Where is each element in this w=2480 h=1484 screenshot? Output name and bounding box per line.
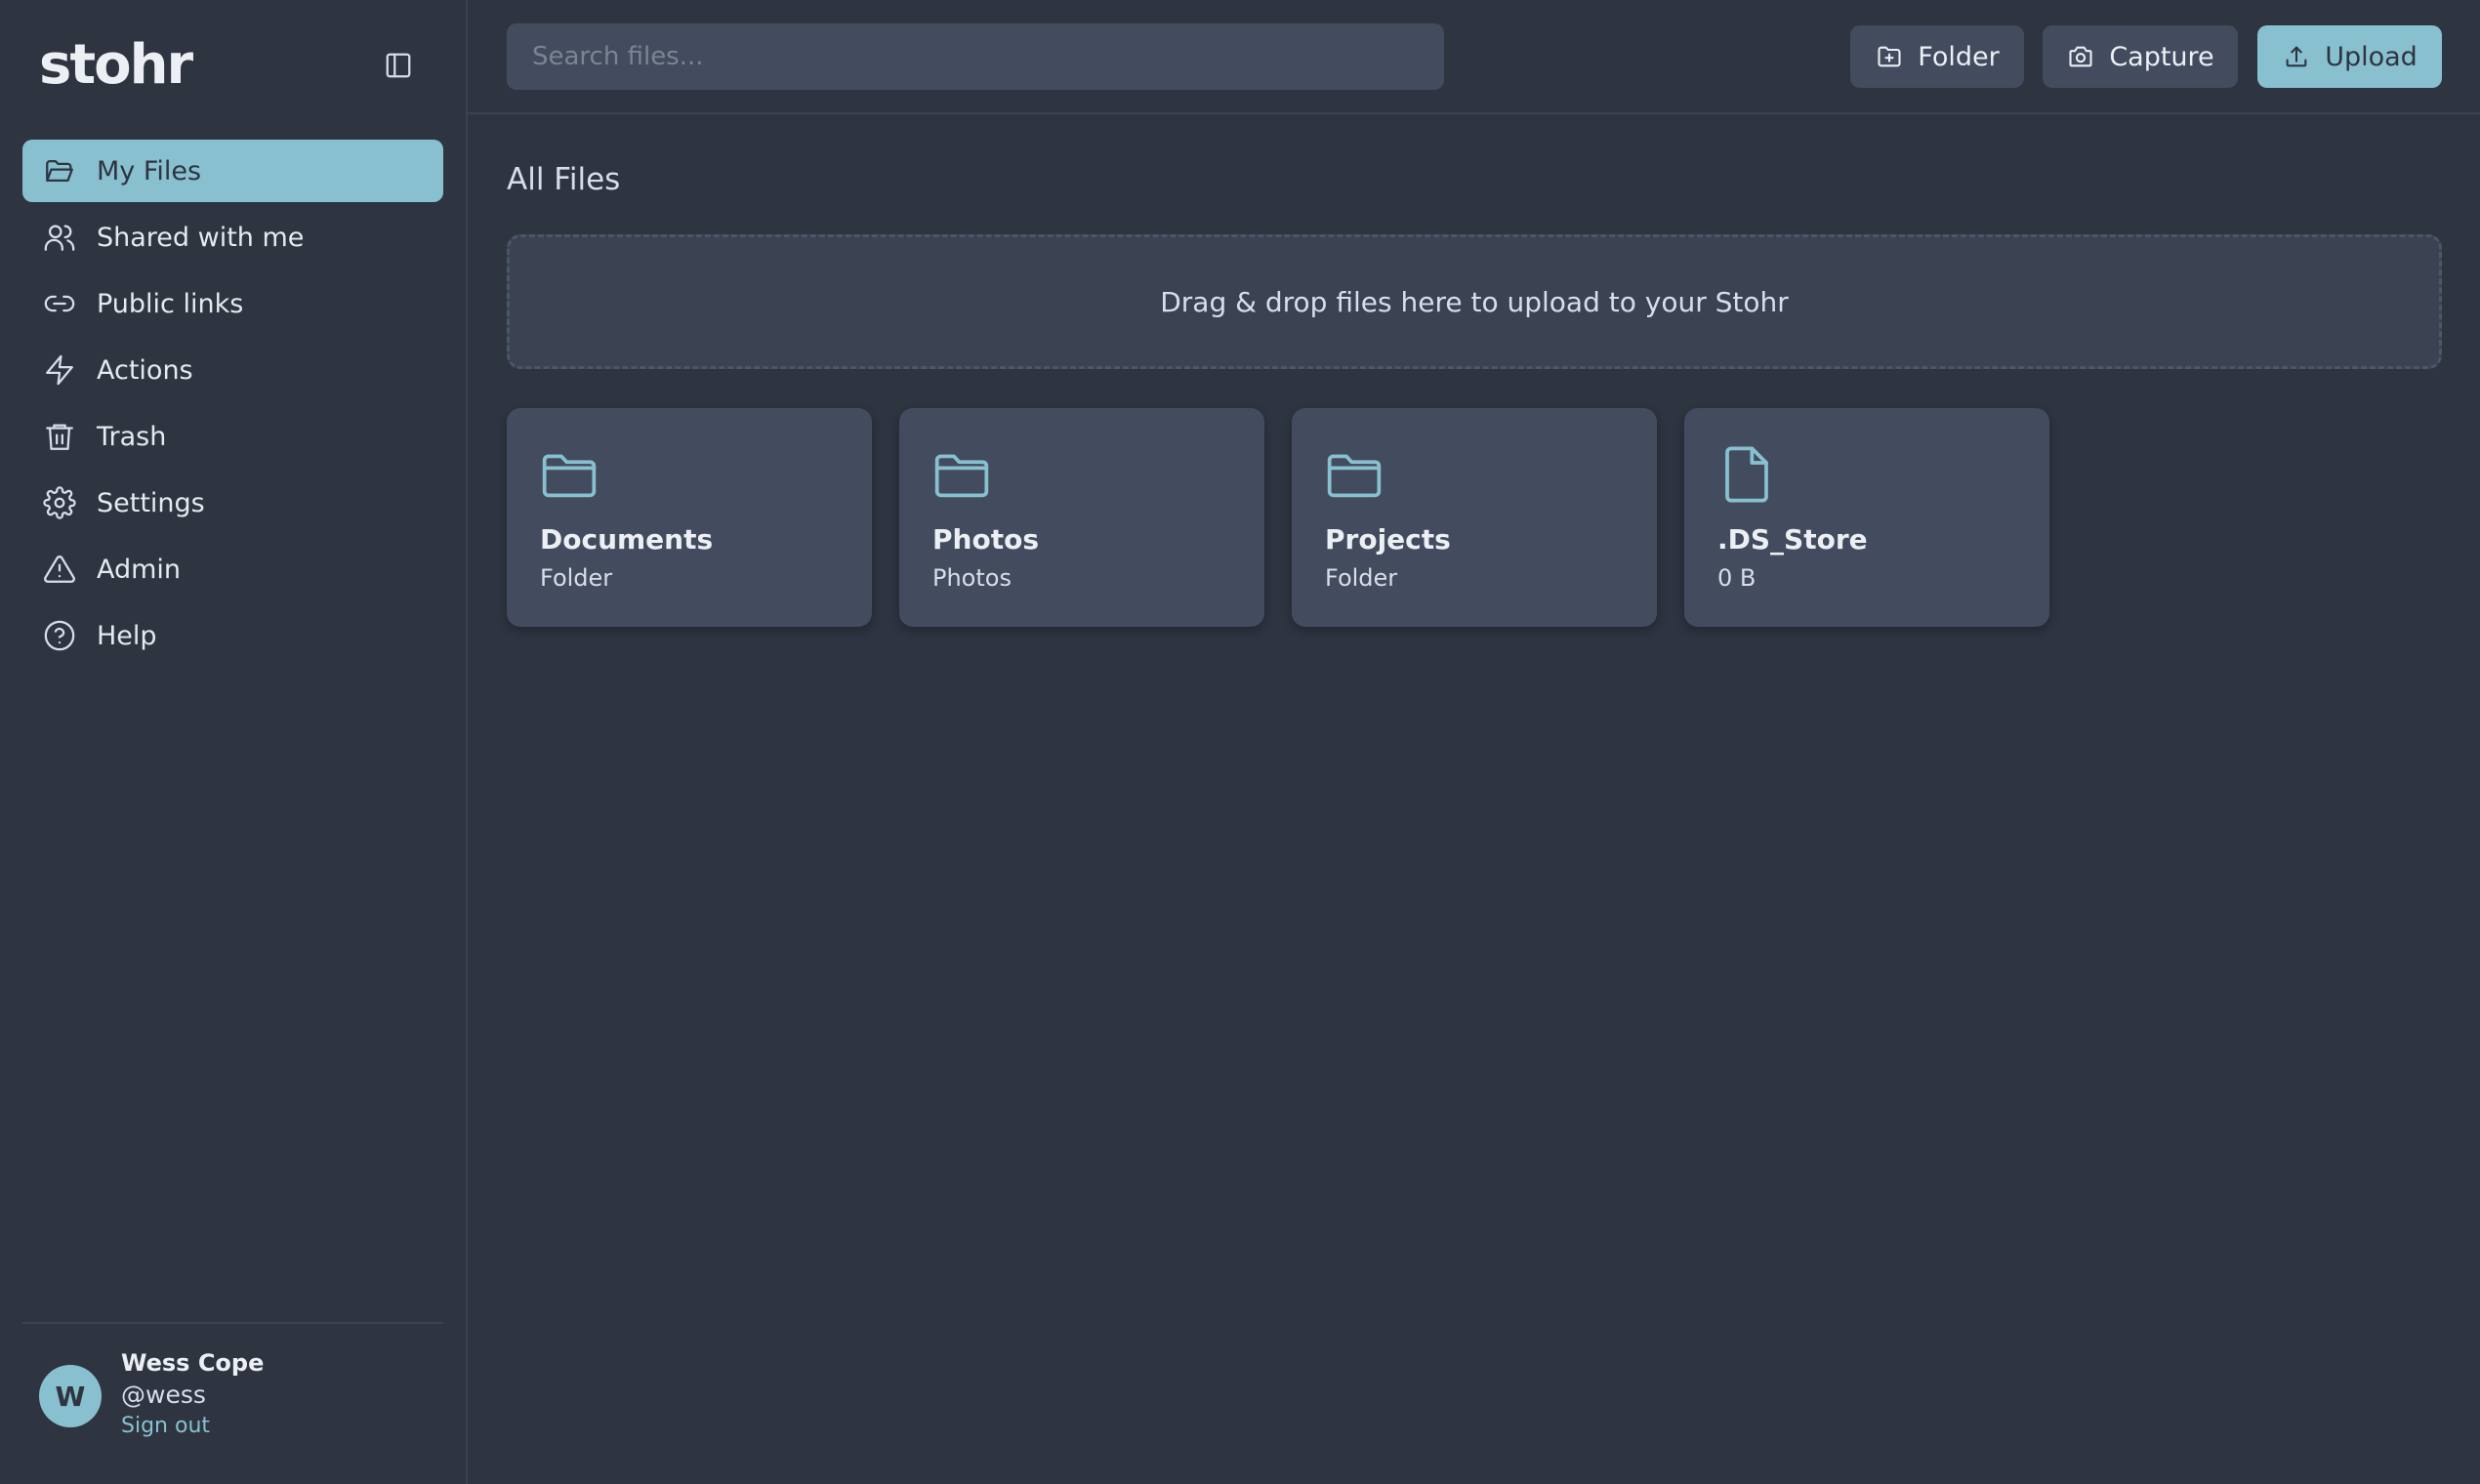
upload-dropzone[interactable]: Drag & drop files here to upload to your…: [507, 234, 2442, 369]
file-icon: [1725, 446, 1768, 503]
file-card-photos[interactable]: Photos Photos: [899, 408, 1264, 627]
dropzone-text: Drag & drop files here to upload to your…: [1160, 285, 1789, 318]
new-folder-button[interactable]: Folder: [1850, 25, 2024, 88]
sidebar-item-my-files[interactable]: My Files: [22, 140, 443, 202]
sidebar-item-label: Trash: [97, 421, 167, 452]
users-icon: [42, 220, 77, 255]
camera-icon: [2066, 42, 2095, 71]
sidebar-item-label: Admin: [97, 554, 182, 585]
main-content: Folder Capture Upload All Files: [468, 0, 2480, 1484]
help-circle-icon: [42, 618, 77, 653]
page-title: All Files: [507, 162, 621, 197]
file-card-projects[interactable]: Projects Folder: [1292, 408, 1657, 627]
new-folder-label: Folder: [1918, 41, 2000, 72]
user-panel: W Wess Cope @wess Sign out: [22, 1322, 443, 1484]
folder-icon: [1327, 454, 1382, 498]
folder-plus-icon: [1875, 42, 1904, 71]
user-handle: @wess: [121, 1381, 206, 1409]
file-meta: 0 B: [1717, 564, 1757, 592]
avatar[interactable]: W: [39, 1365, 102, 1427]
sidebar-item-label: Settings: [97, 487, 205, 518]
file-name: Projects: [1325, 523, 1451, 556]
sidebar-item-help[interactable]: Help: [22, 604, 443, 667]
upload-icon: [2282, 42, 2311, 71]
upload-button[interactable]: Upload: [2257, 25, 2442, 88]
file-meta: Photos: [932, 564, 1012, 592]
file-meta: Folder: [540, 564, 613, 592]
sidebar: stohr My Files Shared with me Public lin…: [0, 0, 468, 1484]
sidebar-item-label: Public links: [97, 288, 244, 319]
sidebar-item-shared[interactable]: Shared with me: [22, 206, 443, 268]
topbar: Folder Capture Upload: [468, 0, 2480, 114]
file-name: Documents: [540, 523, 714, 556]
file-card-ds-store[interactable]: .DS_Store 0 B: [1684, 408, 2049, 627]
brand-logo: stohr: [39, 33, 193, 97]
file-grid: Documents Folder Photos Photos Projects …: [507, 408, 2077, 627]
capture-button[interactable]: Capture: [2043, 25, 2238, 88]
file-name: Photos: [932, 523, 1039, 556]
sidebar-item-actions[interactable]: Actions: [22, 339, 443, 401]
capture-label: Capture: [2109, 41, 2214, 72]
trash-icon: [42, 419, 77, 454]
sidebar-item-public-links[interactable]: Public links: [22, 272, 443, 335]
sidebar-toggle-icon[interactable]: [384, 51, 413, 80]
warning-icon: [42, 552, 77, 587]
file-meta: Folder: [1325, 564, 1398, 592]
sidebar-nav: My Files Shared with me Public links Act…: [22, 140, 443, 671]
sidebar-item-admin[interactable]: Admin: [22, 538, 443, 600]
link-icon: [42, 286, 77, 321]
user-name: Wess Cope: [121, 1349, 265, 1377]
file-name: .DS_Store: [1717, 523, 1868, 556]
upload-label: Upload: [2325, 41, 2418, 72]
sidebar-item-label: Shared with me: [97, 222, 305, 253]
lightning-icon: [42, 352, 77, 388]
sidebar-item-settings[interactable]: Settings: [22, 472, 443, 534]
folder-icon: [934, 454, 989, 498]
file-card-documents[interactable]: Documents Folder: [507, 408, 872, 627]
sidebar-item-trash[interactable]: Trash: [22, 405, 443, 468]
sidebar-item-label: Actions: [97, 354, 193, 386]
folder-icon: [542, 454, 597, 498]
folder-open-icon: [42, 153, 77, 188]
app-root: stohr My Files Shared with me Public lin…: [0, 0, 2480, 1484]
search-input[interactable]: [507, 23, 1444, 90]
sidebar-item-label: Help: [97, 620, 157, 651]
sign-out-link[interactable]: Sign out: [121, 1414, 210, 1438]
gear-icon: [42, 485, 77, 520]
sidebar-item-label: My Files: [97, 155, 202, 186]
